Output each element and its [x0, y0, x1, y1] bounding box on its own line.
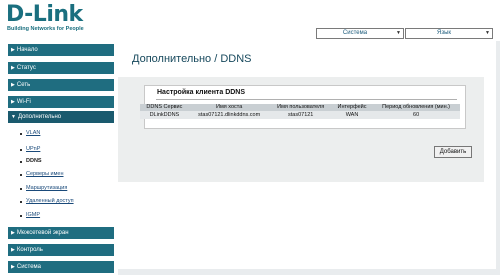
nav-item-network[interactable]: ▶ Сеть — [8, 79, 114, 91]
nav-item-wifi[interactable]: ▶ Wi-Fi — [8, 96, 114, 108]
nav-item-label: Межсетевой экран — [16, 230, 69, 236]
arrow-right-icon: ▶ — [11, 264, 15, 270]
bullet-icon — [20, 188, 22, 190]
logo-text: D-Link — [6, 2, 83, 27]
chevron-down-icon: ▼ — [485, 30, 490, 36]
ddns-table: DDNS Сервис Имя хоста Имя пользователя И… — [140, 104, 460, 119]
right-edge — [496, 41, 500, 275]
chevron-down-icon: ▼ — [396, 30, 401, 36]
add-button[interactable]: Добавить — [434, 146, 472, 158]
table-cell: DLinkDDNS — [140, 111, 189, 119]
header: D-Link Building Networks for People Сист… — [0, 0, 500, 40]
bullet-icon — [20, 174, 22, 176]
bullet-icon — [20, 133, 22, 135]
content-area: Дополнительно / DDNS Настройка клиента D… — [118, 41, 496, 269]
nav-item-label: Дополнительно — [17, 114, 62, 120]
bullet-icon — [20, 215, 22, 217]
nav-item-firewall[interactable]: ▶ Межсетевой экран — [8, 227, 114, 239]
column-header: DDNS Сервис — [140, 104, 189, 111]
table-cell: 60 — [372, 111, 460, 119]
nav-item-label: Система — [16, 264, 42, 270]
table-cell: WAN — [331, 111, 373, 119]
nav-item-system[interactable]: ▶ Система — [8, 261, 114, 273]
column-header: Период обновления (мин.) — [372, 104, 460, 111]
nav-item-status[interactable]: ▶ Статус — [8, 62, 114, 74]
nav-item-control[interactable]: ▶ Контроль — [8, 244, 114, 256]
arrow-right-icon: ▶ — [11, 247, 15, 253]
ddns-panel: Настройка клиента DDNS DDNS Сервис Имя х… — [118, 77, 484, 182]
arrow-right-icon: ▶ — [11, 230, 15, 236]
nav-item-label: Статус — [16, 65, 36, 71]
nav-item-label: Контроль — [16, 247, 43, 253]
divider — [156, 99, 457, 100]
bullet-icon — [20, 149, 22, 151]
subnav-vlan[interactable]: VLAN — [26, 129, 40, 137]
table-cell: stas07121.dlinkddns.com — [188, 111, 270, 119]
nav-item-label: Wi-Fi — [16, 99, 31, 105]
language-select[interactable]: Язык ▼ — [405, 28, 493, 39]
system-menu-select[interactable]: Система ▼ — [316, 28, 404, 39]
subnav-routing[interactable]: Маршрутизация — [26, 184, 67, 192]
column-header: Имя пользователя — [269, 104, 332, 111]
system-menu-label: Система — [342, 30, 368, 36]
column-header: Имя хоста — [188, 104, 270, 111]
table-header-row: DDNS Сервис Имя хоста Имя пользователя И… — [140, 104, 460, 111]
table-cell: stas07121 — [269, 111, 332, 119]
language-label: Язык — [436, 30, 452, 36]
subnav-igmp[interactable]: IGMP — [26, 211, 40, 219]
ddns-box-title: Настройка клиента DDNS — [157, 89, 246, 96]
sidebar: ▶ Начало ▶ Статус ▶ Сеть ▶ Wi-Fi ▼ Дополнител… — [0, 41, 118, 275]
arrow-right-icon: ▶ — [11, 82, 15, 88]
bullet-icon — [20, 161, 22, 163]
nav-item-label: Начало — [16, 47, 38, 53]
page-title: Дополнительно / DDNS — [132, 53, 252, 65]
nav-item-start[interactable]: ▶ Начало — [8, 44, 114, 56]
subnav-upnp[interactable]: UPnP — [26, 145, 40, 153]
nav-item-advanced[interactable]: ▼ Дополнительно — [8, 111, 114, 123]
subnav-dns-servers[interactable]: Серверы имен — [26, 170, 64, 178]
nav-item-label: Сеть — [16, 82, 31, 88]
logo-tagline: Building Networks for People — [7, 26, 84, 32]
arrow-right-icon: ▶ — [11, 99, 15, 105]
dlink-logo: D-Link Building Networks for People — [6, 4, 84, 33]
table-row[interactable]: DLinkDDNS stas07121.dlinkddns.com stas07… — [140, 111, 460, 119]
subnav-ddns[interactable]: DDNS — [26, 157, 42, 165]
bullet-icon — [20, 201, 22, 203]
arrow-right-icon: ▶ — [11, 47, 15, 53]
subnav-remote-access[interactable]: Удаленный доступ — [26, 197, 74, 205]
arrow-down-icon: ▼ — [11, 114, 16, 120]
arrow-right-icon: ▶ — [11, 65, 15, 71]
column-header: Интерфейс — [331, 104, 373, 111]
